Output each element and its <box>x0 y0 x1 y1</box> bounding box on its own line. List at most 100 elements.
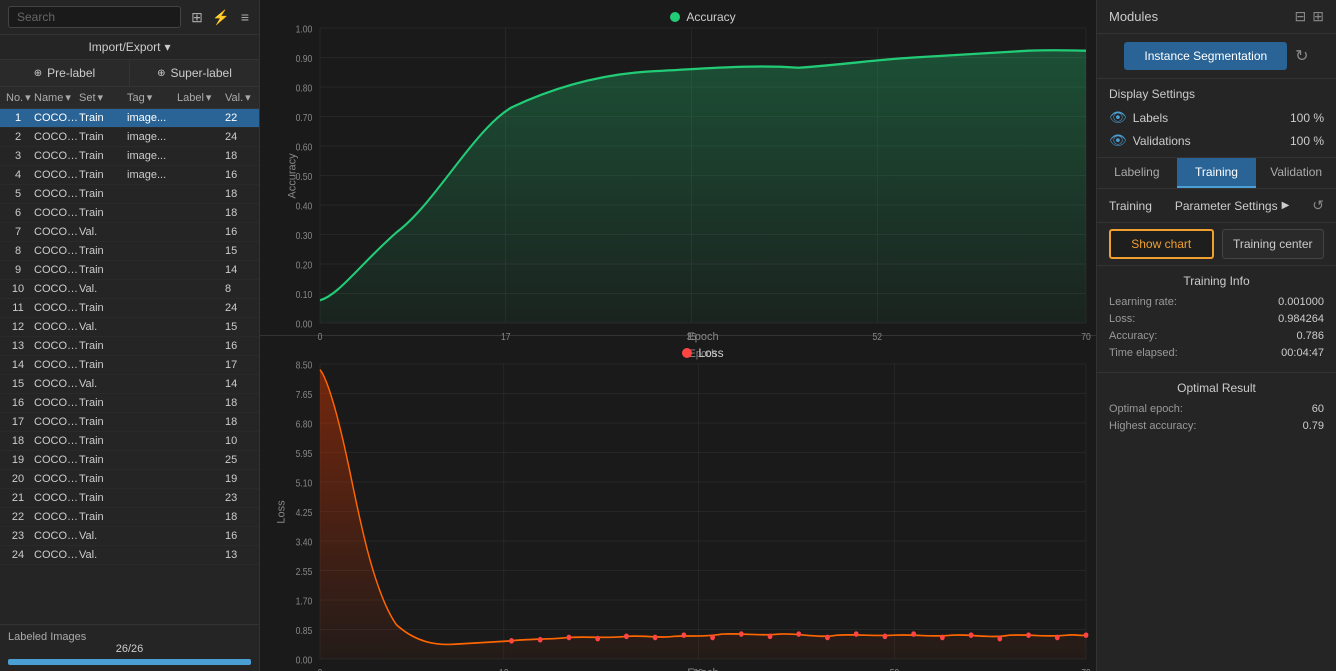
validations-eye-icon[interactable]: 👁 <box>1109 132 1127 149</box>
filter-icon[interactable]: ⚡ <box>211 7 231 27</box>
training-center-button[interactable]: Training center <box>1222 229 1325 259</box>
labeled-images-label: Labeled Images <box>8 631 251 643</box>
import-export-bar[interactable]: Import/Export ▾ <box>0 35 259 60</box>
tab-training[interactable]: Training <box>1177 158 1257 188</box>
loss-value: 0.984264 <box>1278 313 1324 325</box>
undo-icon[interactable]: ↺ <box>1312 197 1324 214</box>
table-row[interactable]: 24 COCO_v... Val. 13 <box>0 546 259 565</box>
pre-label-button[interactable]: ⊕ Pre-label <box>0 60 130 86</box>
bottom-bar: Labeled Images 26/26 <box>0 624 259 671</box>
table-row[interactable]: 8 COCO_v... Train 15 <box>0 242 259 261</box>
col-header-label[interactable]: Label ▾ <box>177 91 225 104</box>
table-row[interactable]: 5 COCO_v... Train 18 <box>0 185 259 204</box>
cell-set: Train <box>79 416 127 428</box>
cell-val: 8 <box>225 283 259 295</box>
table-row[interactable]: 9 COCO_v... Train 14 <box>0 261 259 280</box>
table-row[interactable]: 6 COCO_v... Train 18 <box>0 204 259 223</box>
col-header-val[interactable]: Val. ▾ <box>225 91 259 104</box>
table-row[interactable]: 18 COCO_v... Train 10 <box>0 432 259 451</box>
main-chart-area: Accuracy Accuracy Epoch <box>260 0 1096 671</box>
table-row[interactable]: 15 COCO_v... Val. 14 <box>0 375 259 394</box>
learning-rate-value: 0.001000 <box>1278 296 1324 308</box>
cell-name: COCO_v... <box>30 245 79 257</box>
cell-val: 18 <box>225 150 259 162</box>
param-settings-label: Parameter Settings <box>1175 199 1278 213</box>
col-header-tag[interactable]: Tag ▾ <box>127 91 177 104</box>
tab-labeling[interactable]: Labeling <box>1097 158 1177 188</box>
table-row[interactable]: 4 COCO_v... Train image... 16 <box>0 166 259 185</box>
cell-set: Train <box>79 150 127 162</box>
table-row[interactable]: 12 COCO_v... Val. 15 <box>0 318 259 337</box>
highest-accuracy-row: Highest accuracy: 0.79 <box>1109 420 1324 432</box>
table-row[interactable]: 23 COCO_v... Val. 16 <box>0 527 259 546</box>
refresh-icon[interactable]: ↻ <box>1295 46 1308 66</box>
table-row[interactable]: 22 COCO_v... Train 18 <box>0 508 259 527</box>
display-settings: Display Settings 👁 Labels 100 % 👁 Valida… <box>1097 79 1336 158</box>
accuracy-row: Accuracy: 0.786 <box>1109 330 1324 342</box>
labels-display-label: Labels <box>1133 111 1284 125</box>
accuracy-title-label: Accuracy <box>686 10 735 24</box>
highest-accuracy-label: Highest accuracy: <box>1109 420 1196 432</box>
modules-title: Modules <box>1109 9 1158 24</box>
col-header-name[interactable]: Name ▾ <box>30 91 79 104</box>
svg-text:0.80: 0.80 <box>296 83 313 95</box>
table-row[interactable]: 10 COCO_v... Val. 8 <box>0 280 259 299</box>
col-header-set[interactable]: Set ▾ <box>79 91 127 104</box>
accuracy-value: 0.786 <box>1296 330 1324 342</box>
table-row[interactable]: 7 COCO_v... Val. 16 <box>0 223 259 242</box>
cell-set: Train <box>79 112 127 124</box>
table-row[interactable]: 20 COCO_v... Train 19 <box>0 470 259 489</box>
image-icon[interactable]: ⊞ <box>187 7 207 27</box>
instance-seg-button[interactable]: Instance Segmentation <box>1124 42 1287 70</box>
table-row[interactable]: 3 COCO_v... Train image... 18 <box>0 147 259 166</box>
param-settings[interactable]: Parameter Settings ▶ <box>1175 199 1289 213</box>
search-bar: ⊞ ⚡ ≡ ⊟ <box>0 0 259 35</box>
cell-val: 16 <box>225 340 259 352</box>
cell-val: 16 <box>225 226 259 238</box>
cell-name: COCO_v... <box>30 150 79 162</box>
table-row[interactable]: 14 COCO_v... Train 17 <box>0 356 259 375</box>
cell-set: Train <box>79 473 127 485</box>
table-row[interactable]: 17 COCO_v... Train 18 <box>0 413 259 432</box>
table-row[interactable]: 2 COCO_v... Train image... 24 <box>0 128 259 147</box>
table-row[interactable]: 16 COCO_v... Train 18 <box>0 394 259 413</box>
cell-set: Val. <box>79 549 127 561</box>
table-row[interactable]: 19 COCO_v... Train 25 <box>0 451 259 470</box>
svg-text:0.10: 0.10 <box>296 289 313 301</box>
accuracy-label: Accuracy: <box>1109 330 1157 342</box>
loss-legend-dot <box>682 348 692 358</box>
show-chart-button[interactable]: Show chart <box>1109 229 1214 259</box>
search-input[interactable] <box>8 6 181 28</box>
cell-name: COCO_v... <box>30 397 79 409</box>
cell-no: 7 <box>0 226 30 238</box>
cell-name: COCO_v... <box>30 226 79 238</box>
svg-text:7.65: 7.65 <box>296 389 313 401</box>
labels-eye-icon[interactable]: 👁 <box>1109 109 1127 126</box>
svg-text:0.00: 0.00 <box>296 655 313 667</box>
time-elapsed-value: 00:04:47 <box>1281 347 1324 359</box>
col-header-no[interactable]: No. ▾ <box>0 91 30 104</box>
cell-name: COCO_v... <box>30 492 79 504</box>
cell-name: COCO_v... <box>30 511 79 523</box>
list-icon[interactable]: ≡ <box>235 7 255 27</box>
svg-text:0.20: 0.20 <box>296 260 313 272</box>
chevron-down-icon: ▾ <box>165 40 171 54</box>
table-row[interactable]: 21 COCO_v... Train 23 <box>0 489 259 508</box>
cell-val: 25 <box>225 454 259 466</box>
minimize-icon[interactable]: ⊟ <box>1295 8 1307 25</box>
accuracy-y-label: Accuracy <box>287 153 299 198</box>
cell-no: 21 <box>0 492 30 504</box>
cell-name: COCO_v... <box>30 283 79 295</box>
modules-header: Modules ⊟ ⊞ <box>1097 0 1336 34</box>
maximize-icon[interactable]: ⊞ <box>1312 8 1324 25</box>
svg-text:0.60: 0.60 <box>296 142 313 154</box>
table-row[interactable]: 13 COCO_v... Train 16 <box>0 337 259 356</box>
svg-text:0.85: 0.85 <box>296 625 313 637</box>
chart-action-row: Show chart Training center <box>1097 223 1336 266</box>
validations-display-row: 👁 Validations 100 % <box>1109 132 1324 149</box>
tab-validation[interactable]: Validation <box>1256 158 1336 188</box>
table-row[interactable]: 11 COCO_v... Train 24 <box>0 299 259 318</box>
table-row[interactable]: 1 COCO_v... Train image... 22 <box>0 109 259 128</box>
cell-set: Train <box>79 245 127 257</box>
super-label-button[interactable]: ⊕ Super-label <box>130 60 259 86</box>
